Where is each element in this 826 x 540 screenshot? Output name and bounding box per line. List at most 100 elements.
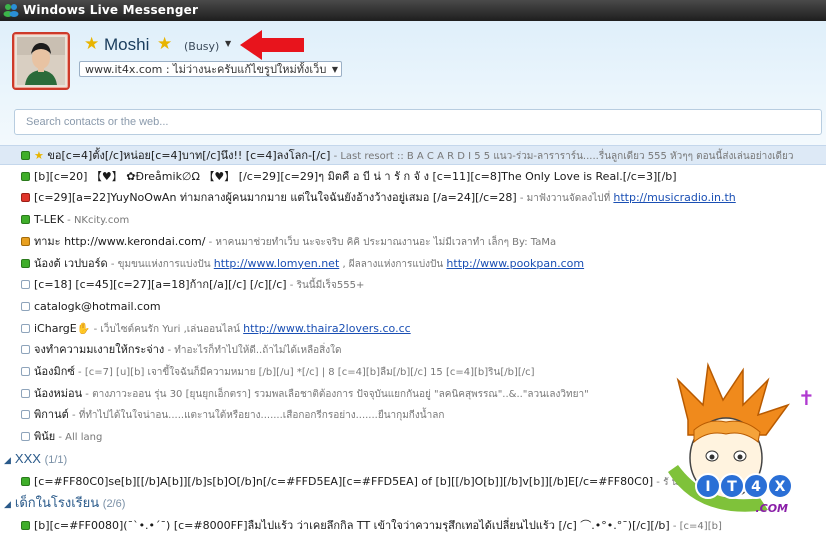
offline-status-icon — [21, 280, 30, 290]
contact-text: catalogk@hotmail.com — [34, 297, 161, 317]
busy-status-icon — [21, 193, 30, 203]
contact-nickname[interactable]: น้องต้ เวปบอร์ด — [34, 257, 108, 270]
personal-message-text: www.it4x.com : ไม่ว่างนะครับแก้ไขรูปใหม่… — [85, 63, 327, 76]
contact-nickname[interactable]: [c=18] [c=45][c=27][a=18]ก้าก[/a][/c] [/… — [34, 278, 287, 291]
contact-personal-message: - ขุมขนแห่งการแบ่งปัน — [107, 258, 214, 270]
contact-nickname[interactable]: iChargE — [34, 322, 77, 335]
collapse-triangle-icon[interactable]: ◢ — [4, 499, 11, 509]
contact-nickname[interactable]: [c=29][a=22]YuyNoOwAn ท่ามกลางผู้คนมากมา… — [34, 191, 517, 204]
contact-personal-message: - [c=7] [u][b] เจาขี้ใจฉันก็มีความหมาย [… — [74, 367, 535, 378]
search-input[interactable]: Search contacts or the web... — [14, 109, 822, 135]
contact-personal-message: - Last resort :: B A C A R D I 5 5 แนว-ร… — [330, 151, 794, 162]
offline-status-icon — [21, 323, 30, 333]
messenger-logo-icon — [3, 4, 19, 17]
contact-personal-message: - ที่ทำไปได้ในใจน่าอน.....แตะานใต้หรือยา… — [68, 410, 445, 422]
offline-status-icon — [21, 410, 30, 420]
contact-nickname[interactable]: น้องมิกซ์ — [34, 365, 75, 378]
contact-row[interactable]: น้องต้ เวปบอร์ด - ขุมขนแห่งการแบ่งปัน ht… — [0, 254, 826, 274]
contact-nickname[interactable]: พิกานต์ — [34, 408, 69, 421]
contact-link[interactable]: http://www.thaira2lovers.co.cc — [243, 322, 411, 335]
contact-group-header[interactable]: ◢ XXX (1/1) — [4, 449, 67, 469]
contact-personal-message: - มาฟังวานจัดลงไปที่ — [516, 193, 614, 205]
offline-status-icon — [21, 367, 30, 376]
profile-header: ★ Moshi ★ (Busy) ▼ www.it4x.com : ไม่ว่า… — [0, 21, 826, 145]
svg-text:4: 4 — [751, 479, 761, 495]
offline-status-icon — [21, 345, 30, 355]
contact-text: T-LEK - NKcity.com — [34, 210, 129, 230]
contact-nickname[interactable]: พิน้ย — [34, 430, 55, 443]
contact-personal-message: - เว็บไซต์คนรัก Yuri ,เล่นออนไลน์ — [90, 323, 244, 335]
contact-row[interactable]: [c=18] [c=45][c=27][a=18]ก้าก[/a][/c] [/… — [0, 275, 826, 295]
contact-row[interactable]: [c=29][a=22]YuyNoOwAn ท่ามกลางผู้คนมากมา… — [0, 188, 826, 208]
contact-text: น้องมิกซ์ - [c=7] [u][b] เจาขี้ใจฉันก็มี… — [34, 362, 535, 382]
contact-text: [b][c=20] 【♥】 ✿Đreåmik∅Ω 【♥】 [/c=29][c=2… — [34, 167, 677, 187]
contact-row[interactable]: จงทำความมเงายให้กระจ่าง - ทำอะไรก็ทำไปให… — [0, 340, 826, 360]
online-status-icon — [21, 258, 30, 268]
contact-text: พิน้ย - All lang — [34, 427, 102, 447]
contact-nickname[interactable]: ทามะ http://www.kerondai.com/ — [34, 235, 205, 248]
hand-emoticon-icon: ✋ — [76, 321, 91, 335]
contact-group-header[interactable]: ◢ เด็กในโรงเรียน (2/6) — [4, 493, 125, 513]
contact-row[interactable]: ★ ขอ[c=4]ตั้ง[/c]หน่อย[c=4]บาท[/c]นึง!! … — [0, 145, 826, 165]
star-icon: ★ — [84, 34, 100, 54]
display-name[interactable]: Moshi — [104, 35, 149, 55]
contact-row[interactable]: T-LEK - NKcity.com — [0, 210, 826, 230]
contact-link[interactable]: http://www.pookpan.com — [446, 257, 584, 270]
svg-text:T: T — [727, 479, 737, 495]
star-icon: ★ — [157, 34, 173, 54]
contact-personal-message: - ทำอะไรก็ทำไปให้ดี..ถ้าไม่ได้เหลือสิ่งใ… — [164, 345, 342, 357]
contact-nickname[interactable]: [c=#FF80C0]se[b][[/b]A[b]][/b]s[b]O[/b]n… — [34, 475, 653, 488]
contact-nickname[interactable]: [b][c=#FF0080](¯`•.•´¯) [c=#8000FF]ลืมไป… — [34, 519, 670, 532]
contact-row[interactable]: catalogk@hotmail.com — [0, 297, 826, 317]
contact-nickname[interactable]: [b][c=20] 【♥】 ✿Đreåmik∅Ω 【♥】 [/c=29][c=2… — [34, 170, 677, 183]
contact-text: [c=#FF80C0]se[b][[/b]A[b]][/b]s[b]O[/b]n… — [34, 472, 688, 492]
svg-text:.COM: .COM — [755, 502, 788, 515]
contact-personal-message: - หาคนมาช่วยทำเว็บ นะจะจริบ คิคิ ประมาณง… — [205, 236, 557, 248]
offline-status-icon — [21, 301, 30, 311]
offline-status-icon — [21, 432, 30, 442]
contact-personal-message: - ตางภาวะออน รุ่น 30 [ยุนยุกเอ็กตรา] รวม… — [82, 388, 589, 400]
contact-link[interactable]: http://www.lomyen.net — [214, 257, 339, 270]
avatar[interactable] — [12, 32, 70, 90]
collapse-triangle-icon[interactable]: ◢ — [4, 455, 11, 465]
contact-row[interactable]: [b][c=20] 【♥】 ✿Đreåmik∅Ω 【♥】 [/c=29][c=2… — [0, 167, 826, 187]
group-name: XXX — [14, 450, 41, 466]
status-label[interactable]: (Busy) — [184, 40, 219, 53]
contact-text: [c=29][a=22]YuyNoOwAn ท่ามกลางผู้คนมากมา… — [34, 188, 736, 208]
avatar-photo — [17, 37, 65, 85]
contact-text: [b][c=#FF0080](¯`•.•´¯) [c=#8000FF]ลืมไป… — [34, 516, 722, 536]
contact-text: ★ ขอ[c=4]ตั้ง[/c]หน่อย[c=4]บาท[/c]นึง!! … — [34, 146, 794, 164]
group-count: (1/1) — [44, 453, 68, 466]
it4x-watermark-logo: I T 4 X .COM ✝ — [668, 362, 815, 515]
title-bar: Windows Live Messenger — [0, 0, 826, 21]
svg-text:I: I — [705, 479, 710, 495]
contact-link[interactable]: http://musicradio.in.th — [613, 191, 735, 204]
contact-text: น้องต้ เวปบอร์ด - ขุมขนแห่งการแบ่งปัน ht… — [34, 254, 584, 274]
personal-message-field[interactable]: www.it4x.com : ไม่ว่างนะครับแก้ไขรูปใหม่… — [79, 61, 342, 77]
window-title: Windows Live Messenger — [23, 3, 199, 17]
online-status-icon — [21, 520, 30, 530]
contact-text: ทามะ http://www.kerondai.com/ - หาคนมาช่… — [34, 232, 556, 252]
contact-personal-message: - รินนี้มีเร็จ555+ — [286, 280, 365, 292]
svg-text:✝: ✝ — [798, 386, 815, 410]
contact-nickname[interactable]: T-LEK — [34, 213, 64, 226]
contact-personal-message: , ผีลลางแห่งการแบ่งปัน — [339, 258, 447, 270]
status-dropdown-icon[interactable]: ▼ — [225, 39, 231, 48]
away-status-icon — [21, 236, 30, 246]
psm-dropdown-icon[interactable]: ▼ — [332, 62, 338, 76]
favorite-star-icon: ★ — [34, 149, 48, 162]
contact-nickname[interactable]: ขอ[c=4]ตั้ง[/c]หน่อย[c=4]บาท[/c]นึง!! [c… — [47, 149, 330, 162]
group-count: (2/6) — [102, 498, 126, 511]
search-placeholder: Search contacts or the web... — [26, 116, 169, 128]
contact-nickname[interactable]: catalogk@hotmail.com — [34, 300, 161, 313]
contact-text: จงทำความมเงายให้กระจ่าง - ทำอะไรก็ทำไปให… — [34, 340, 342, 360]
contact-nickname[interactable]: น้องหม่อน — [34, 387, 82, 400]
contact-row[interactable]: ทามะ http://www.kerondai.com/ - หาคนมาช่… — [0, 232, 826, 252]
contact-personal-message: - All lang — [55, 432, 103, 444]
contact-nickname[interactable]: จงทำความมเงายให้กระจ่าง — [34, 343, 164, 356]
contact-text: iChargE✋ - เว็บไซต์คนรัก Yuri ,เล่นออนไล… — [34, 319, 411, 339]
contact-row[interactable]: iChargE✋ - เว็บไซต์คนรัก Yuri ,เล่นออนไล… — [0, 319, 826, 339]
contact-text: น้องหม่อน - ตางภาวะออน รุ่น 30 [ยุนยุกเอ… — [34, 384, 589, 404]
group-name: เด็กในโรงเรียน — [14, 495, 100, 511]
contact-text: พิกานต์ - ที่ทำไปได้ในใจน่าอน.....แตะานใ… — [34, 405, 444, 425]
